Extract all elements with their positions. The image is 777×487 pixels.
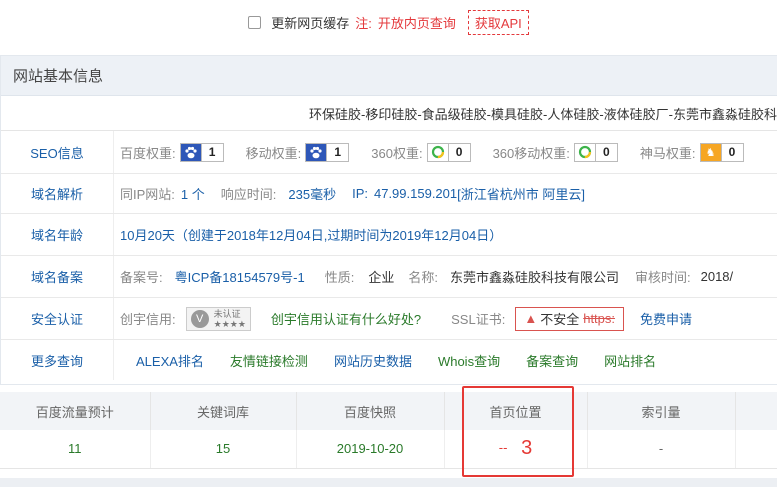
icp-number-value[interactable]: 粤ICP备18154579号-1 <box>175 267 305 286</box>
icp-label[interactable]: 域名备案 <box>1 256 114 297</box>
seo-row: SEO信息 百度权重: 1 移动权重: 1 360权重: 0 360移动权重: … <box>1 131 777 174</box>
note-prefix: 注: <box>355 15 372 31</box>
shenma-weight-badge[interactable]: ♞ 0 <box>699 142 744 162</box>
response-time-value: 235毫秒 <box>288 187 337 202</box>
site-keywords: 环保硅胶-移印硅胶-食品级硅胶-模具硅胶-人体硅胶-液体硅胶厂-东莞市鑫淼硅胶科 <box>1 96 777 131</box>
domain-age-label[interactable]: 域名年龄 <box>1 214 114 255</box>
shenma-horse-icon: ♞ <box>700 143 721 161</box>
icp-row: 域名备案 备案号: 粤ICP备18154579号-1 性质: 企业 名称: 东莞… <box>1 256 777 298</box>
domain-age-row: 域名年龄 10月20天（创建于2018年12月04日,过期时间为2019年12月… <box>1 214 777 256</box>
warning-icon: ▲ <box>524 311 538 326</box>
icp-name-label: 名称: <box>408 270 438 285</box>
credit-label: 创宇信用: <box>120 312 176 327</box>
homepage-position-value: -- <box>498 440 508 456</box>
same-ip-label: 同IP网站: <box>120 187 175 202</box>
keyword-count-value[interactable]: 15 <box>150 430 297 469</box>
icp-review-time-value: 2018/ <box>700 269 734 284</box>
baidu-paw-icon <box>180 143 201 161</box>
security-label[interactable]: 安全认证 <box>1 298 114 339</box>
credit-benefit-link[interactable]: 创宇信用认证有什么好处? <box>271 309 421 328</box>
ssl-https-text: https: <box>583 311 616 326</box>
handwritten-annotation: 3 <box>521 437 533 460</box>
index-count-value: - <box>587 430 736 469</box>
open-inner-page-query-link[interactable]: 开放内页查询 <box>378 13 456 32</box>
baidu-weight-value: 1 <box>200 143 223 161</box>
icp-query-link[interactable]: 备案查询 <box>526 351 578 370</box>
stats-extra-cell <box>735 430 777 469</box>
icp-review-time-label: 审核时间: <box>634 270 691 285</box>
mobile-weight-badge[interactable]: 1 <box>305 142 350 162</box>
icp-number-label: 备案号: <box>120 270 163 285</box>
seo-label[interactable]: SEO信息 <box>1 131 114 173</box>
traffic-stats-table: 百度流量预计 关键词库 百度快照 首页位置 索引量 11 15 2019-10-… <box>0 392 777 480</box>
ssl-unsafe-text: 不安全 <box>540 312 580 327</box>
360-mobile-weight-value: 0 <box>594 143 617 161</box>
shenma-weight-label: 神马权重: <box>639 145 696 161</box>
credit-badge[interactable]: V 未认证 ★★★★ <box>185 306 251 331</box>
ip-label: IP: <box>352 186 368 201</box>
friend-link-check-link[interactable]: 友情链接检测 <box>230 351 308 370</box>
360-weight-value: 0 <box>447 143 470 161</box>
ssl-free-apply-link[interactable]: 免费申请 <box>640 309 692 328</box>
update-cache-label: 更新网页缓存 <box>271 15 350 31</box>
credit-badge-stars: ★★★★ <box>213 318 246 329</box>
baidu-weight-badge[interactable]: 1 <box>179 142 224 162</box>
stats-value-row: 11 15 2019-10-20 -- 3 - <box>0 430 777 469</box>
icp-type-value: 企业 <box>368 270 395 285</box>
update-cache-checkbox[interactable] <box>248 15 262 29</box>
security-row: 安全认证 创宇信用: V 未认证 ★★★★ 创宇信用认证有什么好处? SSL证书… <box>1 298 777 340</box>
baidu-mobile-paw-icon <box>306 143 327 161</box>
ssl-status-badge[interactable]: ▲ 不安全 https: <box>515 306 625 331</box>
mobile-weight-label: 移动权重: <box>245 145 302 161</box>
stats-header-row: 百度流量预计 关键词库 百度快照 首页位置 索引量 <box>0 392 777 430</box>
dns-row: 域名解析 同IP网站: 1 个 响应时间: 235毫秒 IP: 47.99.15… <box>1 174 777 214</box>
360-weight-badge[interactable]: 0 <box>426 142 471 162</box>
stats-header: 索引量 <box>587 392 736 430</box>
site-history-link[interactable]: 网站历史数据 <box>334 351 412 370</box>
get-api-button[interactable]: 获取API <box>467 9 529 35</box>
more-queries-row: 更多查询 ALEXA排名 友情链接检测 网站历史数据 Whois查询 备案查询 … <box>1 340 777 380</box>
verified-v-icon: V <box>190 309 209 328</box>
same-ip-value[interactable]: 1 个 <box>181 184 205 203</box>
ssl-label: SSL证书: <box>451 312 506 327</box>
stats-header <box>735 392 777 430</box>
stats-header: 百度流量预计 <box>0 392 151 430</box>
ip-value[interactable]: 47.99.159.201 <box>374 186 457 201</box>
baidu-traffic-value[interactable]: 11 <box>0 430 151 469</box>
footer-strip <box>0 478 777 487</box>
domain-age-value: 10月20天（创建于2018年12月04日,过期时间为2019年12月04日） <box>120 228 503 243</box>
icp-type-label: 性质: <box>324 270 355 285</box>
site-rank-link[interactable]: 网站排名 <box>604 351 656 370</box>
shenma-weight-value: 0 <box>720 143 743 161</box>
baidu-weight-label: 百度权重: <box>120 145 176 161</box>
response-time-label: 响应时间: <box>220 187 277 202</box>
credit-badge-text: 未认证 <box>213 308 241 319</box>
icp-name-value: 东莞市鑫淼硅胶科技有限公司 <box>449 270 619 285</box>
360-mobile-weight-badge[interactable]: 0 <box>573 142 618 162</box>
panel-title: 网站基本信息 <box>1 56 777 96</box>
dns-label[interactable]: 域名解析 <box>1 174 114 213</box>
alexa-rank-link[interactable]: ALEXA排名 <box>136 351 204 370</box>
homepage-position-cell: -- 3 <box>444 430 588 469</box>
stats-header: 关键词库 <box>150 392 297 430</box>
360-weight-label: 360权重: <box>371 145 423 161</box>
360-mobile-ring-icon <box>574 143 595 161</box>
360-ring-icon <box>427 143 448 161</box>
mobile-weight-value: 1 <box>326 143 348 161</box>
site-basic-info-panel: 网站基本信息 环保硅胶-移印硅胶-食品级硅胶-模具硅胶-人体硅胶-液体硅胶厂-东… <box>0 55 777 385</box>
baidu-snapshot-value[interactable]: 2019-10-20 <box>296 430 445 469</box>
stats-header: 首页位置 <box>444 392 588 430</box>
ip-location[interactable]: [浙江省杭州市 阿里云] <box>457 184 585 203</box>
whois-query-link[interactable]: Whois查询 <box>438 351 500 370</box>
more-queries-label[interactable]: 更多查询 <box>1 340 114 380</box>
360-mobile-weight-label: 360移动权重: <box>492 145 570 161</box>
cache-toolbar: 更新网页缓存 注: 开放内页查询 获取API <box>0 0 777 44</box>
stats-header: 百度快照 <box>296 392 445 430</box>
